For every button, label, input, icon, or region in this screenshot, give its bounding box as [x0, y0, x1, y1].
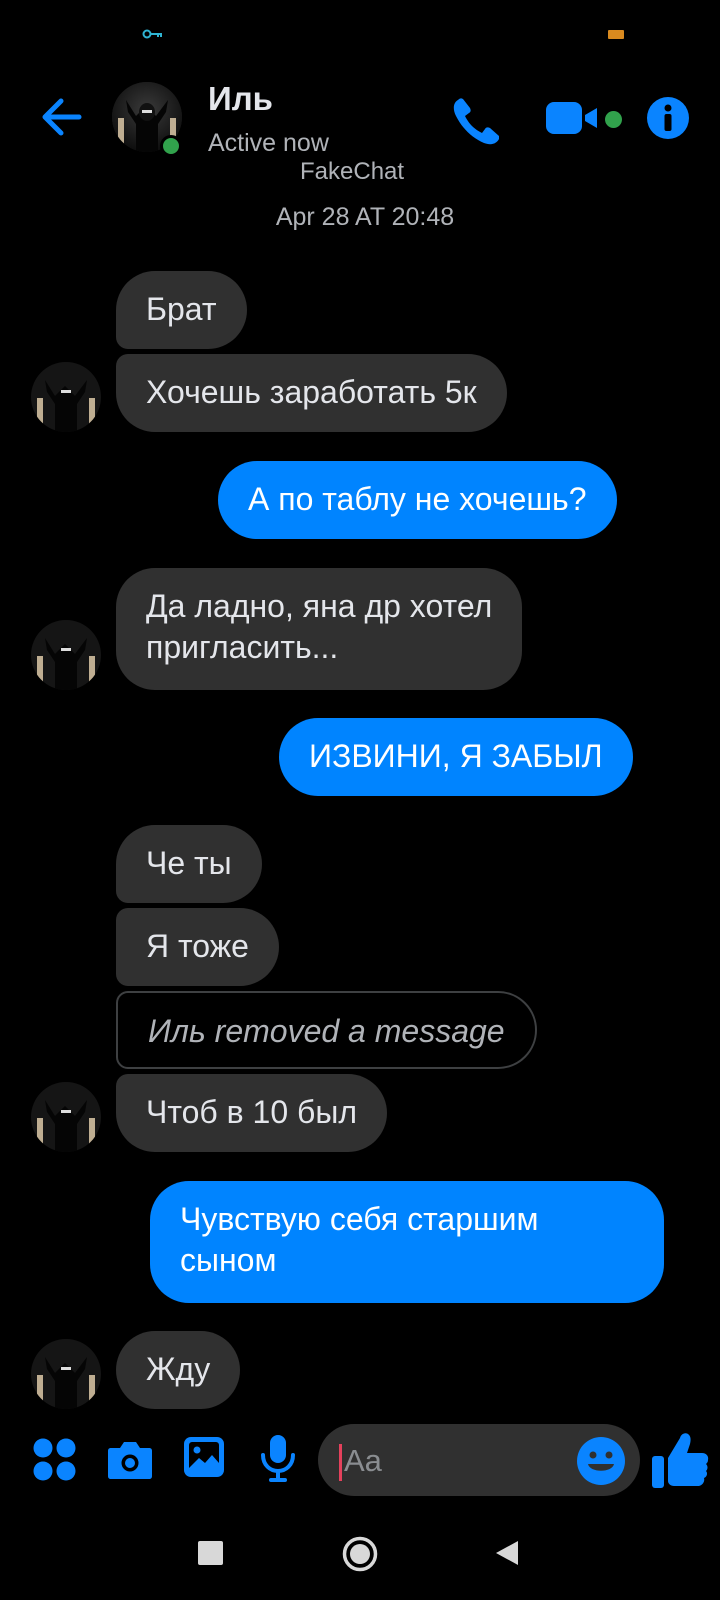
- message-bubble-outgoing[interactable]: ИЗВИНИ, Я ЗАБЫЛ: [279, 718, 633, 796]
- message-bubble-incoming[interactable]: Я тоже: [116, 908, 279, 986]
- battery-icon: [608, 30, 624, 39]
- key-icon: [142, 29, 162, 39]
- message-text: Брат: [146, 291, 217, 327]
- emoji-icon[interactable]: [576, 1436, 626, 1486]
- contact-status: Active now: [208, 129, 329, 157]
- back-nav-button[interactable]: [494, 1539, 520, 1567]
- camera-icon[interactable]: [107, 1438, 153, 1480]
- sender-avatar[interactable]: [31, 620, 101, 690]
- online-indicator: [160, 135, 182, 157]
- message-text-line: Чувствую себя старшим: [180, 1201, 539, 1237]
- message-text: А по таблу не хочешь?: [248, 481, 587, 517]
- watermark: FakeChat: [300, 158, 405, 183]
- text-cursor: [339, 1444, 342, 1481]
- contact-name[interactable]: Иль: [208, 80, 273, 118]
- message-text: Чтоб в 10 был: [146, 1094, 358, 1130]
- message-text: Иль removed a message: [148, 1013, 505, 1049]
- message-text: Хочешь заработать 5к: [146, 374, 477, 410]
- conversation-timestamp: Apr 28 AT 20:48: [275, 203, 455, 231]
- message-text-line: Да ладно, яна др хотел: [146, 588, 493, 624]
- home-button[interactable]: [342, 1536, 378, 1572]
- like-icon[interactable]: [650, 1430, 710, 1492]
- video-call-icon[interactable]: [545, 96, 601, 140]
- removed-message-bubble[interactable]: Иль removed a message: [116, 991, 537, 1069]
- message-input[interactable]: [344, 1440, 564, 1482]
- message-bubble-incoming[interactable]: Жду: [116, 1331, 241, 1409]
- menu-grid-icon[interactable]: [32, 1437, 77, 1482]
- sender-avatar[interactable]: [31, 1339, 101, 1409]
- active-video-indicator: [605, 111, 622, 128]
- phone-icon[interactable]: [450, 94, 504, 148]
- message-text: Жду: [146, 1351, 211, 1387]
- gallery-icon[interactable]: [183, 1436, 225, 1478]
- sender-avatar[interactable]: [31, 1082, 101, 1152]
- message-text-line: сыном: [180, 1242, 277, 1278]
- arrow-left-icon: [42, 98, 82, 136]
- message-bubble-incoming[interactable]: Да ладно, яна др хотел пригласить...: [116, 568, 523, 690]
- microphone-icon[interactable]: [260, 1433, 296, 1483]
- message-bubble-outgoing[interactable]: Чувствую себя старшим сыном: [150, 1181, 664, 1303]
- message-text: ИЗВИНИ, Я ЗАБЫЛ: [309, 738, 603, 774]
- sender-avatar[interactable]: [31, 362, 101, 432]
- message-bubble-incoming[interactable]: Брат: [116, 271, 247, 349]
- message-bubble-incoming[interactable]: Хочешь заработать 5к: [116, 354, 507, 432]
- message-bubble-incoming[interactable]: Чтоб в 10 был: [116, 1074, 388, 1152]
- recent-apps-button[interactable]: [198, 1541, 223, 1565]
- message-text: Я тоже: [146, 928, 249, 964]
- message-bubble-outgoing[interactable]: А по таблу не хочешь?: [218, 461, 617, 539]
- message-text-line: пригласить...: [146, 629, 339, 665]
- message-bubble-incoming[interactable]: Че ты: [116, 825, 262, 903]
- info-icon[interactable]: [646, 96, 690, 140]
- back-button[interactable]: [36, 92, 86, 142]
- message-text: Че ты: [146, 845, 232, 881]
